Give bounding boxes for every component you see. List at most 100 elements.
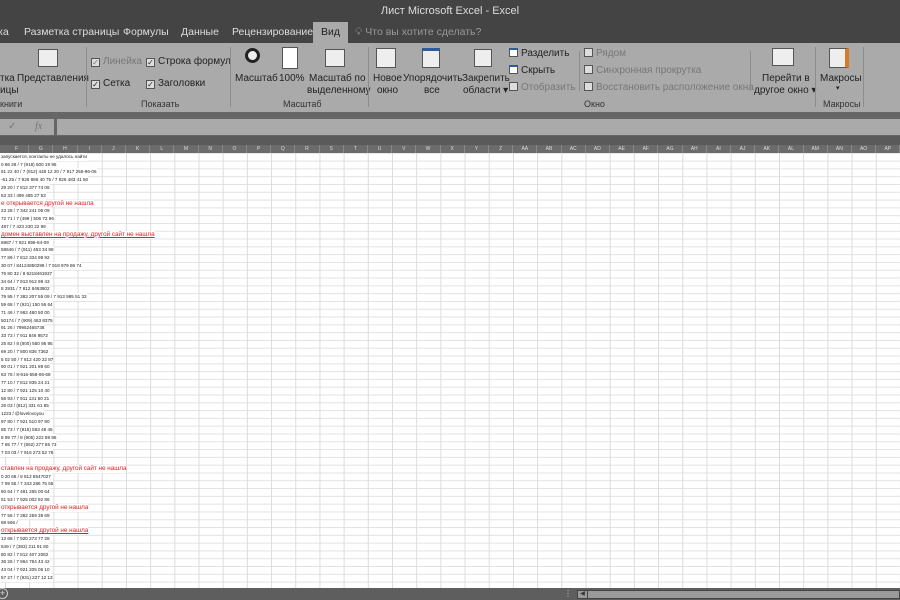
- cell-text[interactable]: 549 / 7 (383) 211 91 80: [0, 542, 49, 551]
- sync-scroll-button[interactable]: Синхронная прокрутка: [584, 65, 701, 76]
- cell-text[interactable]: 91 26 / 79952465738: [0, 324, 45, 333]
- cell-text[interactable]: 69 20 / 7 800 836 7362: [0, 347, 49, 356]
- cell-text[interactable]: 8 99 77 / 8 (905) 222 88 86: [0, 433, 57, 442]
- column-header[interactable]: K: [126, 145, 151, 153]
- cell-text[interactable]: 12 80 / 7 921 125 10 40: [0, 386, 50, 395]
- column-header[interactable]: AK: [755, 145, 780, 153]
- enter-check-icon[interactable]: ✓: [8, 121, 16, 132]
- tell-me-search[interactable]: 💡︎ Что вы хотите сделать?: [355, 26, 481, 39]
- cell-text[interactable]: 36 26 / 7 964 784 43 42: [0, 558, 50, 567]
- macros-dropdown-icon[interactable]: ▾: [836, 84, 840, 92]
- cell-text[interactable]: 0 86 28 / 7 (918) 500 19 95: [0, 160, 57, 169]
- hide-button[interactable]: Скрыть: [509, 65, 555, 76]
- cell-text[interactable]: открывается другой не нашла: [0, 527, 89, 535]
- horizontal-scrollbar[interactable]: ◀: [577, 590, 900, 599]
- cell-text[interactable]: 8 2931 / 7 812 8463802: [0, 285, 50, 294]
- worksheet-grid[interactable]: запускается, контакты не удалось найти 0 …: [0, 153, 900, 588]
- column-header[interactable]: AO: [852, 145, 877, 153]
- cell-text[interactable]: 53 33 / 499 485 27 53: [0, 191, 46, 200]
- cell-text[interactable]: 97 80 / 7 921 510 97 80: [0, 418, 50, 426]
- column-header[interactable]: AJ: [731, 145, 756, 153]
- cell-text[interactable]: 34 64 / 7 913 912 99 43: [0, 277, 50, 286]
- cell-text[interactable]: 7 99 55 / 7 343 286 75 55: [0, 480, 54, 489]
- cell-text[interactable]: 60 64 / 7 481 265 00 64: [0, 488, 50, 496]
- column-header[interactable]: AC: [562, 145, 586, 153]
- cell-text[interactable]: 77 10 / 7 812 935 24 21: [0, 379, 50, 387]
- column-header[interactable]: AI: [707, 145, 731, 153]
- cell-text[interactable]: 7 65 77 / 7 (862) 277 65 73: [0, 441, 57, 450]
- cell-text[interactable]: 77 56 / 7 382 259 39 69: [0, 511, 50, 520]
- column-header[interactable]: AL: [779, 145, 804, 153]
- column-header[interactable]: AP: [876, 145, 900, 153]
- column-header[interactable]: AN: [828, 145, 852, 153]
- split-button[interactable]: Разделить: [509, 48, 569, 59]
- cell-text[interactable]: 29 20 / 7 812 377 74 06: [0, 184, 50, 192]
- new-window-button[interactable]: Новое: [373, 73, 402, 84]
- sheet-tab-splitter[interactable]: ⋮: [564, 589, 572, 598]
- zoom-selection-button[interactable]: Масштаб по: [309, 73, 366, 84]
- cell-text[interactable]: 26 03 / (812) 331 61 85: [0, 402, 49, 411]
- cell-text[interactable]: 7 03 03 / 7 916 273 52 76: [0, 449, 54, 457]
- tab-view[interactable]: Вид: [313, 22, 348, 43]
- cell-text[interactable]: 80 82 / 7 812 407 2082: [0, 550, 49, 559]
- cell-text[interactable]: открывается другой не нашла: [0, 503, 89, 512]
- column-header[interactable]: AA: [513, 145, 538, 153]
- cell-text[interactable]: 51 53 / 7 925 002 92 86: [0, 496, 50, 504]
- cell-text[interactable]: запускается, контакты не удалось найти: [0, 153, 87, 161]
- cell-text[interactable]: 487 / 7 423 230 22 99: [0, 223, 46, 231]
- gridlines-checkbox[interactable]: ✓ Сетка: [91, 78, 130, 89]
- cell-text[interactable]: 1223 / @lovelovoyou: [0, 410, 44, 418]
- column-header[interactable]: Y: [465, 145, 489, 153]
- cell-text[interactable]: 61 22 40 / 7 (812) 448 12 20 / 7 917 255…: [0, 168, 97, 177]
- switch-windows-button[interactable]: Перейти в: [762, 73, 810, 84]
- cell-text[interactable]: 43 04 / 7 921 205 06 10: [0, 566, 50, 574]
- cell-text[interactable]: 25 82 / 8 (800) 550 95 95: [0, 340, 53, 348]
- column-header[interactable]: Q: [271, 145, 296, 153]
- column-header[interactable]: AH: [683, 145, 707, 153]
- cell-text[interactable]: 59 68 / 7 (921) 150 56 64: [0, 301, 53, 309]
- cell-text[interactable]: е открывается другой не нашла: [0, 199, 94, 208]
- cell-text[interactable]: 72 71 / 7 (499 ) 506 72 96: [0, 215, 54, 223]
- cell-text[interactable]: 30 07 / 84124850298 / 7 918 979 86 74: [0, 262, 82, 270]
- column-header[interactable]: I: [78, 145, 102, 153]
- unhide-button[interactable]: Отобразить: [509, 82, 576, 93]
- tab-page-layout[interactable]: Разметка страницы: [24, 26, 119, 38]
- column-header[interactable]: M: [174, 145, 199, 153]
- cell-text[interactable]: 76 80 32 / 8 9218461937: [0, 269, 53, 278]
- freeze-panes-button[interactable]: Закрепить: [462, 73, 510, 84]
- cell-text[interactable]: 5 02 50 / 7 812 420 22 87: [0, 355, 54, 364]
- column-header[interactable]: P: [247, 145, 272, 153]
- cell-text[interactable]: 56 93 / 7 911 131 50 21: [0, 394, 50, 403]
- column-header[interactable]: G: [29, 145, 54, 153]
- column-header[interactable]: AB: [537, 145, 562, 153]
- cell-text[interactable]: 23 28 / 7 342 241 05 09: [0, 207, 50, 216]
- zoom-button[interactable]: Масштаб: [235, 73, 278, 84]
- cell-text[interactable]: 63 78 / 8-916-558-06-68: [0, 371, 51, 379]
- tab-insert[interactable]: ка: [0, 26, 9, 38]
- column-header[interactable]: AM: [804, 145, 828, 153]
- cell-text[interactable]: 58646 / 7 (911) 463 34 98: [0, 246, 54, 255]
- cell-text[interactable]: 0 20 68 / 8 812 8547027: [0, 472, 51, 481]
- cell-text[interactable]: 85 73 / 7 (916) 563 49 45: [0, 425, 53, 434]
- custom-views-button[interactable]: Представления: [17, 73, 89, 84]
- macros-button[interactable]: Макросы: [820, 73, 862, 84]
- ruler-checkbox[interactable]: ✓ Линейка: [91, 56, 142, 67]
- column-header[interactable]: AG: [658, 145, 683, 153]
- column-header[interactable]: H: [53, 145, 78, 153]
- column-header[interactable]: N: [199, 145, 223, 153]
- headings-checkbox[interactable]: ✓ Заголовки: [146, 78, 205, 89]
- cell-text[interactable]: ставлен на продажу, другой сайт не нашла: [0, 464, 127, 473]
- column-header[interactable]: R: [295, 145, 320, 153]
- cell-text[interactable]: домен выставлен на продажу, другой сайт …: [0, 230, 155, 239]
- zoom-100-button[interactable]: 100%: [279, 73, 305, 84]
- page-break-button[interactable]: тка: [0, 73, 15, 84]
- cell-text[interactable]: 79 95 / 7 383 207 55 09 / 7 913 985 51 3…: [0, 293, 87, 301]
- column-header[interactable]: Z: [489, 145, 514, 153]
- insert-function-icon[interactable]: fx: [35, 121, 42, 132]
- tab-formulas[interactable]: Формулы: [123, 26, 169, 38]
- cell-text[interactable]: 71 46 / 7 962 480 50 00: [0, 308, 50, 317]
- column-header[interactable]: X: [441, 145, 465, 153]
- column-header[interactable]: L: [150, 145, 175, 153]
- column-header[interactable]: V: [392, 145, 417, 153]
- column-header[interactable]: AE: [610, 145, 635, 153]
